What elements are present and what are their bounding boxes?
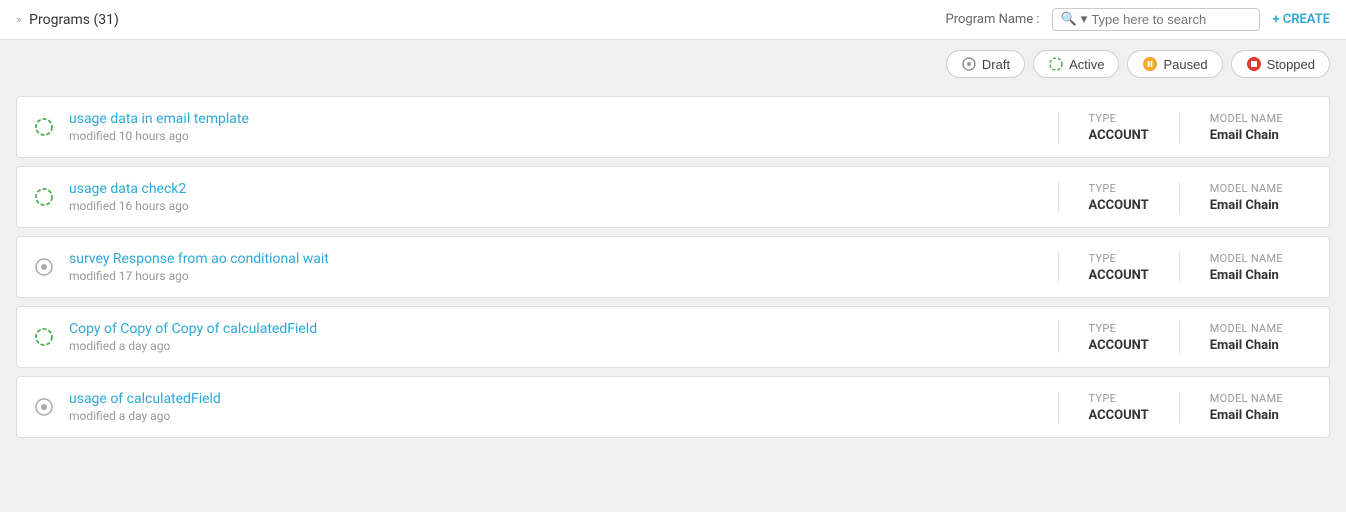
- program-meta: Type ACCOUNT Model Name Email Chain: [1058, 322, 1314, 353]
- model-section: Model Name Email Chain: [1179, 182, 1313, 213]
- model-value: Email Chain: [1210, 408, 1283, 423]
- programs-list: usage data in email template modified 10…: [0, 88, 1346, 446]
- status-icon: [33, 186, 55, 208]
- program-meta: Type ACCOUNT Model Name Email Chain: [1058, 112, 1314, 143]
- type-value: ACCOUNT: [1089, 338, 1149, 353]
- program-name[interactable]: usage data in email template: [69, 111, 249, 127]
- program-modified: modified a day ago: [69, 409, 221, 423]
- filter-btn-label: Paused: [1163, 57, 1207, 72]
- program-info: Copy of Copy of Copy of calculatedField …: [33, 321, 1058, 353]
- search-container[interactable]: 🔍 ▾: [1052, 8, 1261, 31]
- type-section: Type ACCOUNT: [1058, 112, 1179, 143]
- program-info: usage data check2 modified 16 hours ago: [33, 181, 1058, 213]
- search-icon: 🔍: [1061, 12, 1077, 27]
- draft-status-icon: [34, 397, 54, 417]
- status-icon: [33, 396, 55, 418]
- type-section: Type ACCOUNT: [1058, 182, 1179, 213]
- program-card: usage data check2 modified 16 hours ago …: [16, 166, 1330, 228]
- program-modified: modified 10 hours ago: [69, 129, 249, 143]
- type-label: Type: [1089, 252, 1149, 265]
- header-right: Program Name : 🔍 ▾ + CREATE: [946, 8, 1330, 31]
- model-section: Model Name Email Chain: [1179, 112, 1313, 143]
- program-name[interactable]: Copy of Copy of Copy of calculatedField: [69, 321, 317, 337]
- active-icon: [1048, 56, 1064, 72]
- program-details: Copy of Copy of Copy of calculatedField …: [69, 321, 317, 353]
- filter-btn-label: Active: [1069, 57, 1104, 72]
- type-section: Type ACCOUNT: [1058, 322, 1179, 353]
- filter-btn-label: Stopped: [1267, 57, 1315, 72]
- model-section: Model Name Email Chain: [1179, 392, 1313, 423]
- filter-dropdown-icon[interactable]: ▾: [1081, 12, 1088, 27]
- type-label: Type: [1089, 322, 1149, 335]
- search-input[interactable]: [1091, 12, 1251, 27]
- chevron-icon: »: [16, 13, 21, 26]
- program-modified: modified a day ago: [69, 339, 317, 353]
- draft-icon: [961, 56, 977, 72]
- status-icon: [33, 256, 55, 278]
- program-card: usage of calculatedField modified a day …: [16, 376, 1330, 438]
- model-value: Email Chain: [1210, 128, 1283, 143]
- page-title: Programs (31): [29, 12, 119, 28]
- filter-btn-paused[interactable]: Paused: [1127, 50, 1222, 78]
- type-label: Type: [1089, 112, 1149, 125]
- type-value: ACCOUNT: [1089, 128, 1149, 143]
- filter-btn-label: Draft: [982, 57, 1010, 72]
- type-label: Type: [1089, 182, 1149, 195]
- status-icon: [33, 116, 55, 138]
- program-info: usage data in email template modified 10…: [33, 111, 1058, 143]
- program-modified: modified 16 hours ago: [69, 199, 189, 213]
- filter-btn-stopped[interactable]: Stopped: [1231, 50, 1330, 78]
- model-label: Model Name: [1210, 182, 1283, 195]
- model-label: Model Name: [1210, 392, 1283, 405]
- type-label: Type: [1089, 392, 1149, 405]
- type-value: ACCOUNT: [1089, 408, 1149, 423]
- program-card: survey Response from ao conditional wait…: [16, 236, 1330, 298]
- type-section: Type ACCOUNT: [1058, 252, 1179, 283]
- active-status-icon: [34, 327, 54, 347]
- filter-btn-draft[interactable]: Draft: [946, 50, 1025, 78]
- stopped-icon: [1246, 56, 1262, 72]
- paused-icon: [1142, 56, 1158, 72]
- filter-bar: Draft Active Paused Stopped: [0, 40, 1346, 88]
- filter-btn-active[interactable]: Active: [1033, 50, 1119, 78]
- program-details: usage data in email template modified 10…: [69, 111, 249, 143]
- type-value: ACCOUNT: [1089, 268, 1149, 283]
- model-label: Model Name: [1210, 322, 1283, 335]
- type-value: ACCOUNT: [1089, 198, 1149, 213]
- program-name[interactable]: usage of calculatedField: [69, 391, 221, 407]
- program-details: survey Response from ao conditional wait…: [69, 251, 329, 283]
- model-label: Model Name: [1210, 112, 1283, 125]
- type-section: Type ACCOUNT: [1058, 392, 1179, 423]
- model-value: Email Chain: [1210, 198, 1283, 213]
- program-name-label: Program Name :: [946, 12, 1040, 27]
- program-info: usage of calculatedField modified a day …: [33, 391, 1058, 423]
- model-value: Email Chain: [1210, 268, 1283, 283]
- program-name[interactable]: usage data check2: [69, 181, 189, 197]
- program-meta: Type ACCOUNT Model Name Email Chain: [1058, 392, 1314, 423]
- model-value: Email Chain: [1210, 338, 1283, 353]
- program-info: survey Response from ao conditional wait…: [33, 251, 1058, 283]
- draft-status-icon: [34, 257, 54, 277]
- status-icon: [33, 326, 55, 348]
- program-meta: Type ACCOUNT Model Name Email Chain: [1058, 182, 1314, 213]
- header-left: » Programs (31): [16, 12, 119, 28]
- program-meta: Type ACCOUNT Model Name Email Chain: [1058, 252, 1314, 283]
- program-card: Copy of Copy of Copy of calculatedField …: [16, 306, 1330, 368]
- active-status-icon: [34, 187, 54, 207]
- create-button[interactable]: + CREATE: [1272, 12, 1330, 27]
- model-section: Model Name Email Chain: [1179, 252, 1313, 283]
- program-details: usage of calculatedField modified a day …: [69, 391, 221, 423]
- program-modified: modified 17 hours ago: [69, 269, 329, 283]
- model-label: Model Name: [1210, 252, 1283, 265]
- active-status-icon: [34, 117, 54, 137]
- program-name[interactable]: survey Response from ao conditional wait: [69, 251, 329, 267]
- model-section: Model Name Email Chain: [1179, 322, 1313, 353]
- program-card: usage data in email template modified 10…: [16, 96, 1330, 158]
- program-details: usage data check2 modified 16 hours ago: [69, 181, 189, 213]
- page-header: » Programs (31) Program Name : 🔍 ▾ + CRE…: [0, 0, 1346, 40]
